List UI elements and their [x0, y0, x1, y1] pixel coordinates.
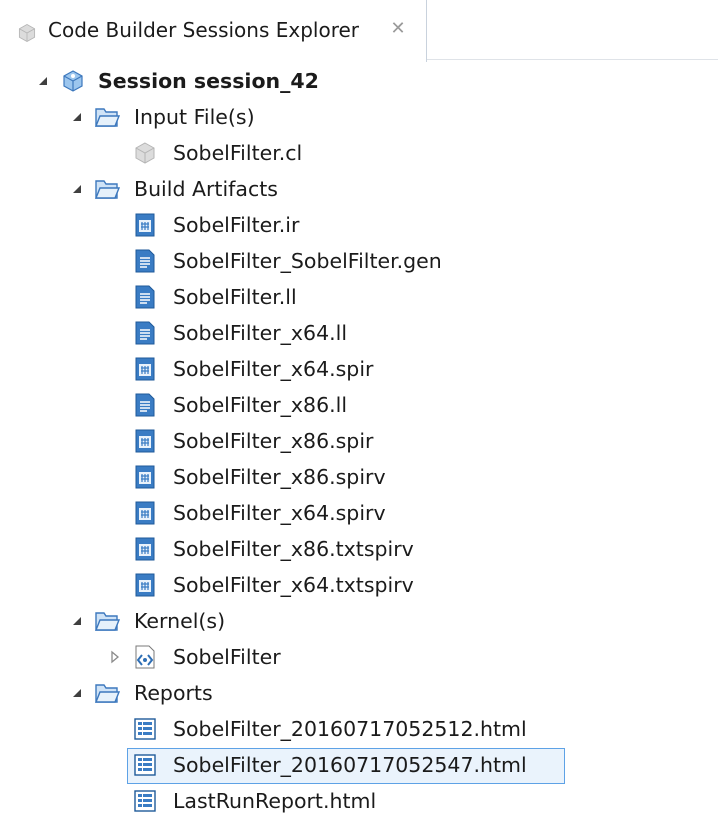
folder-label: Reports [134, 681, 213, 705]
expanded-arrow-icon[interactable] [68, 108, 86, 126]
text-file-icon [132, 320, 158, 346]
file-label: SobelFilter_SobelFilter.gen [173, 249, 442, 273]
tree-leaf-file[interactable]: SobelFilter_x86.txtspirv [0, 532, 700, 568]
tree-leaf-report[interactable]: SobelFilter_20160717052512.html [0, 712, 700, 748]
folder-open-icon [94, 176, 120, 202]
tree-node-kernels[interactable]: Kernel(s) [0, 604, 700, 640]
tree-leaf-file[interactable]: SobelFilter.cl [0, 136, 700, 172]
tree-node-input-files[interactable]: Input File(s) [0, 100, 700, 136]
view-tab-bar: Code Builder Sessions Explorer ✕ [0, 0, 718, 62]
file-label: SobelFilter_20160717052512.html [173, 717, 527, 741]
binary-file-icon [132, 428, 158, 454]
file-label: SobelFilter_x86.spirv [173, 465, 386, 489]
folder-label: Kernel(s) [134, 609, 226, 633]
folder-label: Input File(s) [134, 105, 255, 129]
expanded-arrow-icon[interactable] [68, 684, 86, 702]
file-label: SobelFilter.ll [173, 285, 297, 309]
folder-open-icon [94, 104, 120, 130]
tree-leaf-file[interactable]: SobelFilter_x64.spir [0, 352, 700, 388]
tab-divider [427, 59, 718, 60]
collapsed-arrow-icon[interactable] [106, 648, 124, 666]
binary-file-icon [132, 500, 158, 526]
tab-title: Code Builder Sessions Explorer [48, 18, 360, 42]
report-html-icon [132, 716, 158, 742]
file-label: SobelFilter_x64.txtspirv [173, 573, 414, 597]
tree-node-reports[interactable]: Reports [0, 676, 700, 712]
expanded-arrow-icon[interactable] [68, 180, 86, 198]
tree-leaf-file[interactable]: SobelFilter_x64.txtspirv [0, 568, 700, 604]
tree-leaf-file[interactable]: SobelFilter_SobelFilter.gen [0, 244, 700, 280]
tree-leaf-file[interactable]: SobelFilter_x86.spirv [0, 460, 700, 496]
expanded-arrow-icon[interactable] [34, 72, 52, 90]
tree-leaf-report[interactable]: LastRunReport.html [0, 784, 700, 820]
tree-leaf-file[interactable]: SobelFilter_x86.ll [0, 388, 700, 424]
folder-label: Build Artifacts [134, 177, 278, 201]
close-icon[interactable]: ✕ [388, 18, 408, 40]
session-cube-icon [60, 68, 86, 94]
file-label: SobelFilter_x64.ll [173, 321, 348, 345]
session-label: Session session_42 [98, 69, 319, 93]
file-label: SobelFilter_x86.spir [173, 429, 374, 453]
tree-leaf-file[interactable]: SobelFilter_x86.spir [0, 424, 700, 460]
binary-file-icon [132, 572, 158, 598]
binary-file-icon [132, 536, 158, 562]
file-label: SobelFilter.cl [173, 141, 303, 165]
source-cube-icon [132, 140, 158, 166]
file-label: SobelFilter_x86.ll [173, 393, 348, 417]
binary-file-icon [132, 356, 158, 382]
cube-icon [16, 22, 38, 44]
binary-file-icon [132, 464, 158, 490]
text-file-icon [132, 392, 158, 418]
folder-open-icon [94, 680, 120, 706]
tree-leaf-file[interactable]: SobelFilter_x64.spirv [0, 496, 700, 532]
folder-open-icon [94, 608, 120, 634]
tree-leaf-report-selected[interactable]: SobelFilter_20160717052547.html [0, 748, 700, 784]
tree-leaf-file[interactable]: SobelFilter_x64.ll [0, 316, 700, 352]
tree-node-session[interactable]: Session session_42 [0, 64, 700, 100]
tree-node-build-artifacts[interactable]: Build Artifacts [0, 172, 700, 208]
text-file-icon [132, 284, 158, 310]
tab-code-builder-sessions-explorer[interactable]: Code Builder Sessions Explorer ✕ [0, 0, 427, 62]
report-html-icon [132, 788, 158, 814]
tree-leaf-file[interactable]: SobelFilter.ir [0, 208, 700, 244]
file-label: LastRunReport.html [173, 789, 377, 813]
file-label: SobelFilter.ir [173, 213, 300, 237]
file-label: SobelFilter_x64.spirv [173, 501, 386, 525]
file-label: SobelFilter_x86.txtspirv [173, 537, 414, 561]
file-label: SobelFilter_20160717052547.html [173, 753, 527, 777]
kernel-label: SobelFilter [173, 645, 281, 669]
tree-node-kernel[interactable]: SobelFilter [0, 640, 700, 676]
binary-file-icon [132, 212, 158, 238]
file-label: SobelFilter_x64.spir [173, 357, 374, 381]
report-html-icon [132, 752, 158, 778]
kernel-code-icon [132, 644, 158, 670]
expanded-arrow-icon[interactable] [68, 612, 86, 630]
tree-leaf-file[interactable]: SobelFilter.ll [0, 280, 700, 316]
text-file-icon [132, 248, 158, 274]
